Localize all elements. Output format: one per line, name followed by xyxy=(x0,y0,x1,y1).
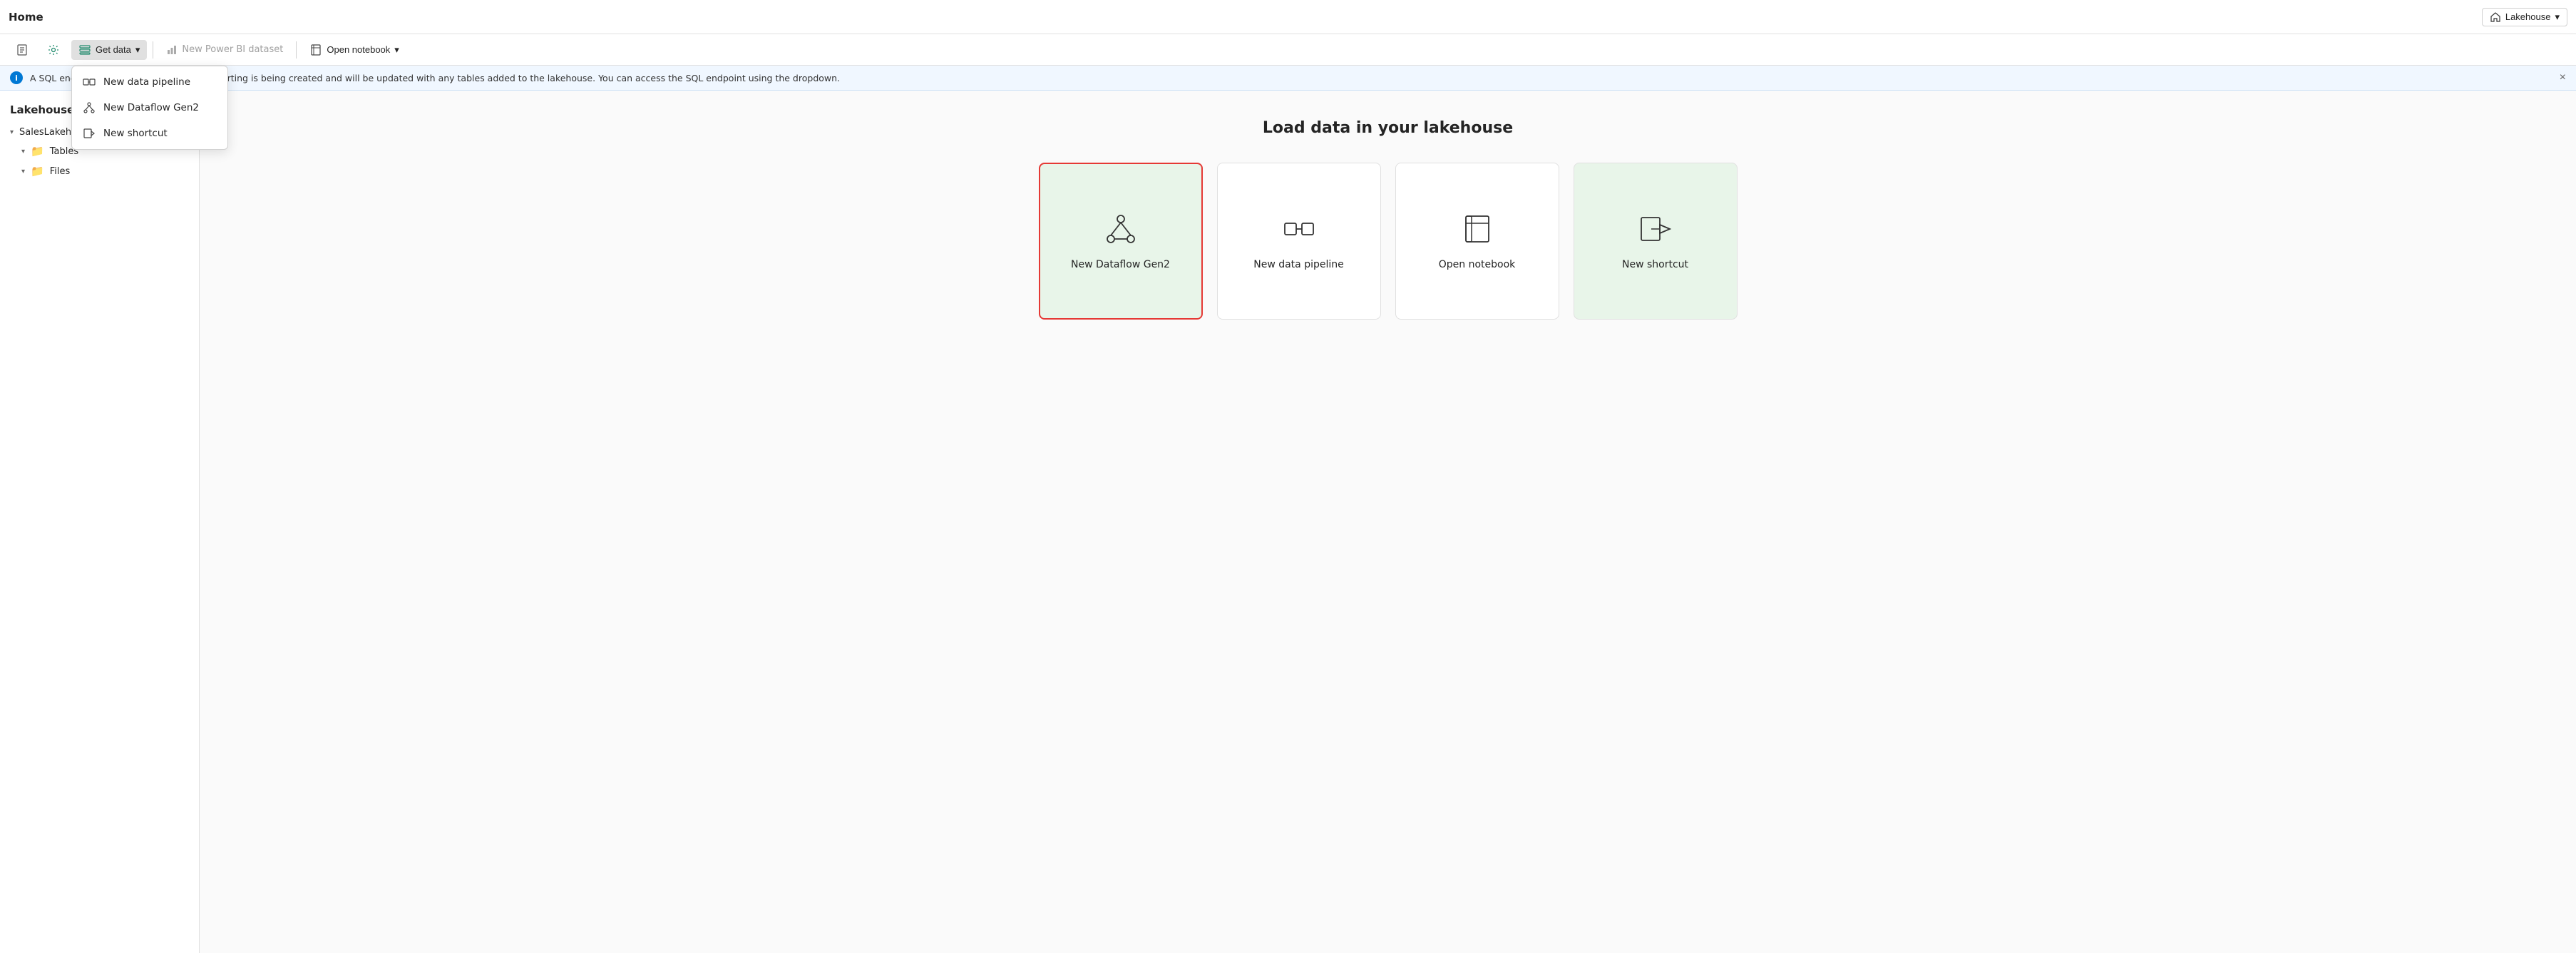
dataflow-icon xyxy=(82,101,96,115)
main-layout: Lakehouse ▾ SalesLakehouse ▾ 📁 Tables ▾ … xyxy=(0,91,2576,953)
card-shortcut-label: New shortcut xyxy=(1622,259,1688,270)
open-notebook-chevron: ▾ xyxy=(394,44,399,56)
card-open-notebook[interactable]: Open notebook xyxy=(1395,163,1559,320)
notebook-card-icon xyxy=(1460,212,1494,246)
card-new-data-pipeline[interactable]: New data pipeline xyxy=(1217,163,1381,320)
pipeline-icon xyxy=(82,75,96,89)
workspace-button[interactable]: Lakehouse ▾ xyxy=(2482,8,2567,26)
settings-button[interactable] xyxy=(40,40,67,60)
get-data-button[interactable]: Get data ▾ xyxy=(71,40,147,60)
workspace-label: Lakehouse xyxy=(2505,11,2551,22)
open-notebook-label: Open notebook xyxy=(327,44,390,55)
card-new-dataflow-gen2[interactable]: New Dataflow Gen2 xyxy=(1039,163,1203,320)
banner-close-button[interactable]: × xyxy=(2560,71,2566,84)
workspace-chevron: ▾ xyxy=(2555,11,2560,23)
cards-row: New Dataflow Gen2 New data pipeline Op xyxy=(228,163,2547,320)
get-data-chevron: ▾ xyxy=(135,44,140,56)
card-pipeline-label: New data pipeline xyxy=(1253,259,1344,270)
chevron-right-icon: ▾ xyxy=(21,148,25,156)
sidebar: Lakehouse ▾ SalesLakehouse ▾ 📁 Tables ▾ … xyxy=(0,91,200,953)
top-bar-right: Lakehouse ▾ xyxy=(2482,8,2567,26)
dropdown-new-data-pipeline[interactable]: New data pipeline xyxy=(72,69,227,95)
new-power-bi-button[interactable]: New Power BI dataset xyxy=(159,41,290,59)
new-power-bi-label: New Power BI dataset xyxy=(182,44,283,55)
shortcut-icon xyxy=(82,126,96,141)
info-icon: i xyxy=(10,71,23,84)
folder-icon: 📁 xyxy=(31,145,44,158)
get-data-icon xyxy=(78,44,91,56)
info-banner: i A SQL endpoint and default dataset for… xyxy=(0,66,2576,91)
chevron-files-icon: ▾ xyxy=(21,168,25,175)
gear-icon xyxy=(47,44,60,56)
card-new-shortcut[interactable]: New shortcut xyxy=(1574,163,1738,320)
files-label: Files xyxy=(50,166,71,177)
data-pipeline-card-icon xyxy=(1282,212,1316,246)
open-notebook-button[interactable]: Open notebook ▾ xyxy=(302,40,406,60)
section-title: Load data in your lakehouse xyxy=(228,119,2547,137)
dropdown-dataflow-label: New Dataflow Gen2 xyxy=(103,102,199,113)
card-notebook-label: Open notebook xyxy=(1439,259,1516,270)
dropdown-pipeline-label: New data pipeline xyxy=(103,76,190,88)
home-icon xyxy=(2490,11,2501,23)
main-content: Load data in your lakehouse New Dataflow… xyxy=(200,91,2576,953)
get-data-dropdown: New data pipeline New Dataflow Gen2 xyxy=(71,66,228,150)
sidebar-item-files[interactable]: ▾ 📁 Files xyxy=(0,161,199,181)
get-data-label: Get data xyxy=(96,44,131,55)
dropdown-new-dataflow-gen2[interactable]: New Dataflow Gen2 xyxy=(72,95,227,121)
doc-icon xyxy=(16,44,29,56)
toolbar-separator-2 xyxy=(296,41,297,58)
doc-button[interactable] xyxy=(9,40,36,60)
toolbar: Get data ▾ New data pipeline xyxy=(0,34,2576,66)
shortcut-card-icon xyxy=(1638,212,1673,246)
notebook-icon xyxy=(309,44,322,56)
chevron-down-icon: ▾ xyxy=(10,128,14,136)
files-folder-icon: 📁 xyxy=(31,165,44,178)
page-title: Home xyxy=(9,11,43,24)
dropdown-shortcut-label: New shortcut xyxy=(103,128,168,139)
dataflow-gen2-card-icon xyxy=(1104,212,1138,246)
card-dataflow-label: New Dataflow Gen2 xyxy=(1071,259,1170,270)
dropdown-new-shortcut[interactable]: New shortcut xyxy=(72,121,227,146)
top-bar: Home Lakehouse ▾ xyxy=(0,0,2576,34)
power-bi-icon xyxy=(166,44,178,56)
